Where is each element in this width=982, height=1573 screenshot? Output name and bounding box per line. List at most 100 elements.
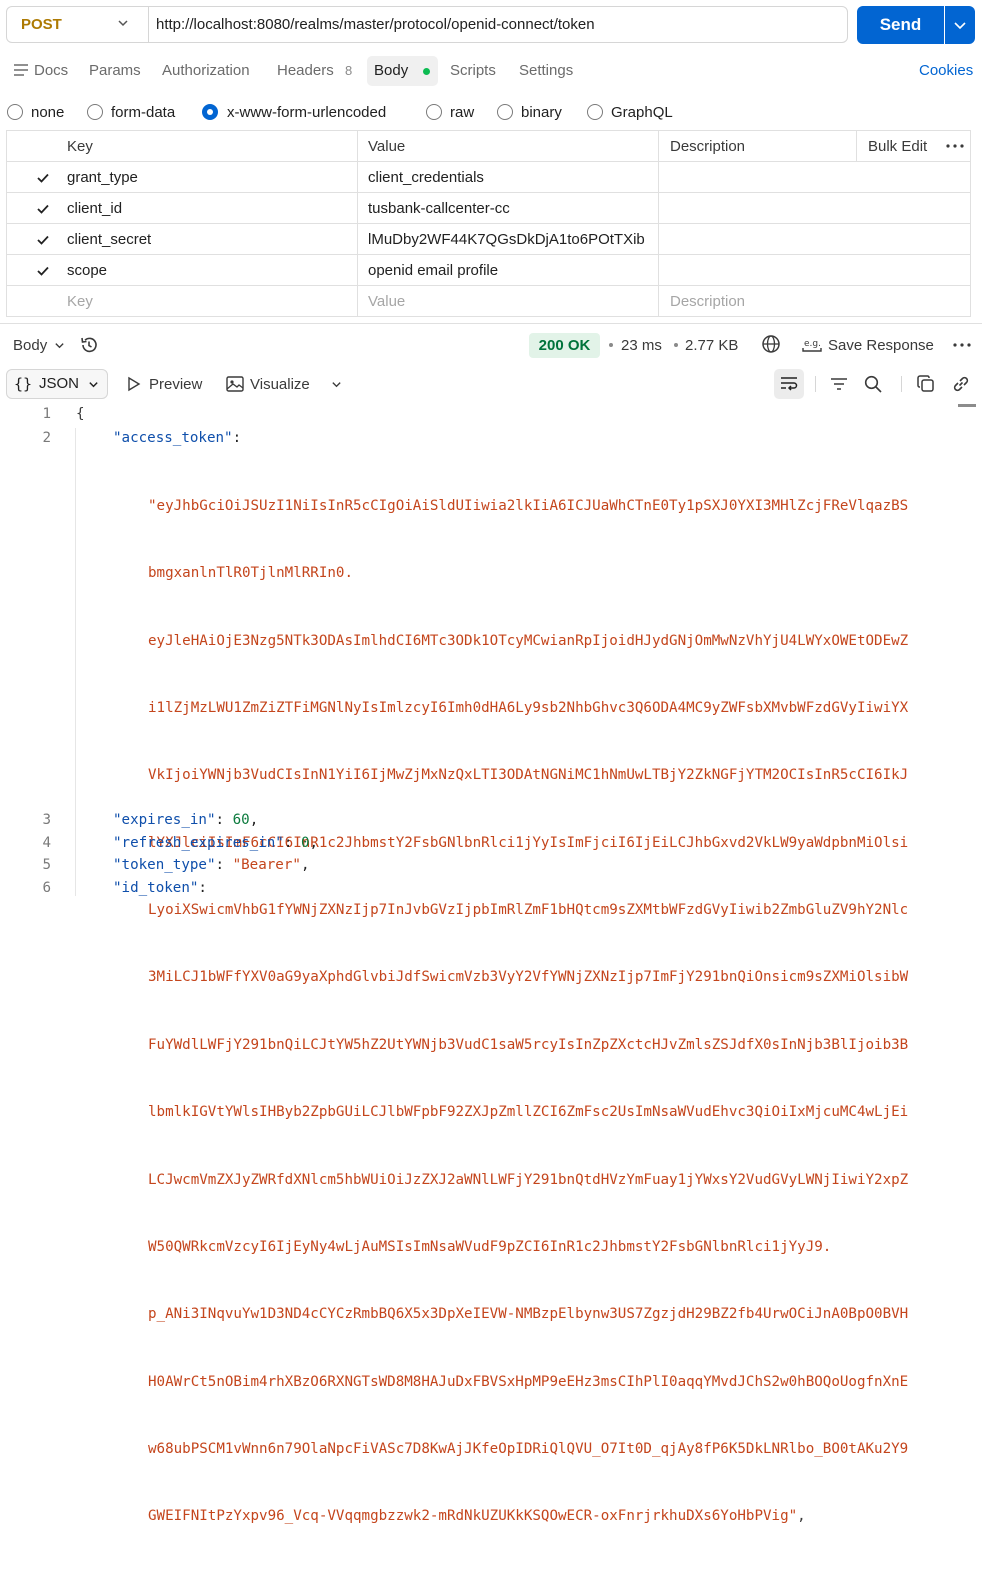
token-line: LCJwcmVmZXJyZWRfdXNlcm5hbWUiOiJzZXJ2aWNl… bbox=[148, 1171, 909, 1188]
row-key-cell[interactable]: client_secret bbox=[67, 231, 151, 248]
play-icon bbox=[126, 376, 142, 392]
line-number: 3 bbox=[42, 812, 51, 828]
row-checkbox[interactable] bbox=[36, 233, 50, 247]
toolbar-divider bbox=[815, 376, 816, 392]
link-icon[interactable] bbox=[952, 375, 970, 393]
row-checkbox[interactable] bbox=[36, 202, 50, 216]
radio-graphql[interactable] bbox=[587, 104, 603, 120]
chevron-down-icon[interactable] bbox=[88, 379, 99, 390]
row-key-cell[interactable]: grant_type bbox=[67, 169, 138, 186]
json-key: "id_token" bbox=[113, 880, 199, 896]
more-options-icon[interactable] bbox=[953, 343, 971, 347]
radio-label-raw: raw bbox=[450, 104, 475, 121]
filter-icon[interactable] bbox=[830, 377, 848, 391]
column-header-key: Key bbox=[67, 138, 93, 155]
headers-count-badge: 8 bbox=[345, 63, 353, 78]
token-line: H0AWrCt5nOBim4rhXBzO6RXNGTsWD8M8HAJuDxFB… bbox=[148, 1373, 909, 1390]
visualize-button[interactable]: Visualize bbox=[250, 376, 310, 393]
token-line: i1lZjMzLWU1ZmZiZTFiMGNlNyIsImlzcyI6Imh0d… bbox=[148, 699, 909, 716]
braces-icon: {} bbox=[14, 375, 33, 393]
json-line-refresh-expires-in: "refresh_expires_in": 0, bbox=[113, 835, 319, 851]
radio-label-graphql: GraphQL bbox=[611, 104, 673, 121]
new-value-input[interactable]: Value bbox=[368, 293, 405, 310]
token-line: LyoiXSwicmVhbG1fYWNjZXNzIjp7InJvbGVzIjpb… bbox=[148, 902, 909, 919]
row-value-cell[interactable]: openid email profile bbox=[368, 262, 498, 279]
json-key: "refresh_expires_in" bbox=[113, 835, 284, 851]
chevron-down-icon[interactable] bbox=[117, 17, 129, 29]
radio-raw[interactable] bbox=[426, 104, 442, 120]
tab-headers[interactable]: Headers bbox=[277, 62, 334, 79]
globe-icon[interactable] bbox=[761, 334, 781, 354]
new-description-input[interactable]: Description bbox=[670, 293, 745, 310]
table-divider bbox=[6, 161, 971, 162]
column-divider bbox=[856, 131, 857, 161]
token-line: bmgxanlnTlR0TjlnMlRRIn0. bbox=[148, 565, 353, 582]
radio-binary[interactable] bbox=[497, 104, 513, 120]
json-value: 60 bbox=[232, 812, 250, 828]
radio-label-form-data: form-data bbox=[111, 104, 176, 121]
line-number: 5 bbox=[42, 857, 51, 873]
token-line: p_ANi3INqvuYw1D3ND4cCYCzRmbBQ6X5x3DpXeIE… bbox=[148, 1306, 909, 1323]
radio-x-www-form-urlencoded[interactable] bbox=[202, 104, 218, 120]
row-key-cell[interactable]: scope bbox=[67, 262, 107, 279]
radio-label-binary: binary bbox=[521, 104, 562, 121]
tab-body[interactable]: Body bbox=[374, 62, 408, 79]
json-value: "Bearer" bbox=[232, 857, 301, 873]
row-checkbox[interactable] bbox=[36, 264, 50, 278]
token-line: eyJleHAiOjE3Nzg5NTk3ODAsImlhdCI6MTc3ODk1… bbox=[148, 632, 909, 649]
line-number: 1 bbox=[42, 406, 51, 422]
column-divider bbox=[658, 131, 659, 317]
radio-label-none: none bbox=[31, 104, 65, 121]
row-value-cell[interactable]: client_credentials bbox=[368, 169, 484, 186]
copy-icon[interactable] bbox=[917, 375, 935, 393]
row-checkbox[interactable] bbox=[36, 171, 50, 185]
tab-authorization[interactable]: Authorization bbox=[162, 62, 250, 79]
tab-settings[interactable]: Settings bbox=[519, 62, 573, 79]
table-divider bbox=[6, 223, 971, 224]
method-selector[interactable]: POST bbox=[21, 16, 62, 33]
chevron-down-icon[interactable] bbox=[54, 340, 65, 351]
response-body-dropdown[interactable]: Body bbox=[13, 337, 47, 354]
cookies-link[interactable]: Cookies bbox=[919, 62, 973, 79]
send-button[interactable]: Send bbox=[857, 6, 944, 44]
status-badge: 200 OK bbox=[529, 333, 600, 358]
tab-docs[interactable]: Docs bbox=[34, 62, 68, 79]
row-value-cell[interactable]: tusbank-callcenter-cc bbox=[368, 200, 510, 217]
column-header-description: Description bbox=[670, 138, 746, 155]
save-response-button[interactable]: Save Response bbox=[828, 337, 934, 354]
bulk-edit-button[interactable]: Bulk Edit bbox=[868, 138, 927, 155]
more-options-icon[interactable] bbox=[946, 144, 964, 148]
table-divider bbox=[6, 192, 971, 193]
url-input[interactable]: http://localhost:8080/realms/master/prot… bbox=[156, 16, 595, 33]
line-number: 6 bbox=[42, 880, 51, 896]
token-line-last: GWEIFNItPzYxpv96_Vcq-VVqqmgbzzwk2-mRdNkU… bbox=[148, 1505, 908, 1527]
docs-icon bbox=[13, 63, 29, 77]
column-divider bbox=[357, 131, 358, 317]
history-icon[interactable] bbox=[79, 335, 99, 355]
row-value-cell[interactable]: lMuDby2WF44K7QGsDkDjA1to6POtTXib bbox=[368, 231, 656, 248]
search-icon[interactable] bbox=[864, 375, 882, 393]
send-options-chevron-icon[interactable] bbox=[945, 6, 975, 44]
new-key-input[interactable]: Key bbox=[67, 293, 93, 310]
url-divider bbox=[148, 7, 149, 42]
scrollbar-thumb[interactable] bbox=[958, 404, 976, 407]
example-icon: e.g. bbox=[802, 336, 822, 353]
radio-label-x-www-form-urlencoded: x-www-form-urlencoded bbox=[227, 104, 387, 121]
preview-button[interactable]: Preview bbox=[149, 376, 202, 393]
tab-scripts[interactable]: Scripts bbox=[450, 62, 496, 79]
tab-params[interactable]: Params bbox=[89, 62, 141, 79]
chevron-down-icon[interactable] bbox=[331, 379, 342, 390]
image-icon bbox=[226, 376, 244, 392]
response-time: 23 ms bbox=[621, 337, 662, 354]
radio-none[interactable] bbox=[7, 104, 23, 120]
radio-form-data[interactable] bbox=[87, 104, 103, 120]
json-key: "expires_in" bbox=[113, 812, 216, 828]
token-line: "eyJhbGciOiJSUzI1NiIsInR5cCIgOiAiSldUIiw… bbox=[148, 497, 909, 514]
response-size: 2.77 KB bbox=[685, 337, 739, 354]
row-key-cell[interactable]: client_id bbox=[67, 200, 122, 217]
line-number: 4 bbox=[42, 835, 51, 851]
indent-guide bbox=[75, 428, 76, 896]
svg-text:e.g.: e.g. bbox=[804, 339, 821, 349]
column-header-value: Value bbox=[368, 138, 406, 155]
access-token-value: "eyJhbGciOiJSUzI1NiIsInR5cCIgOiAiSldUIiw… bbox=[148, 450, 908, 1573]
